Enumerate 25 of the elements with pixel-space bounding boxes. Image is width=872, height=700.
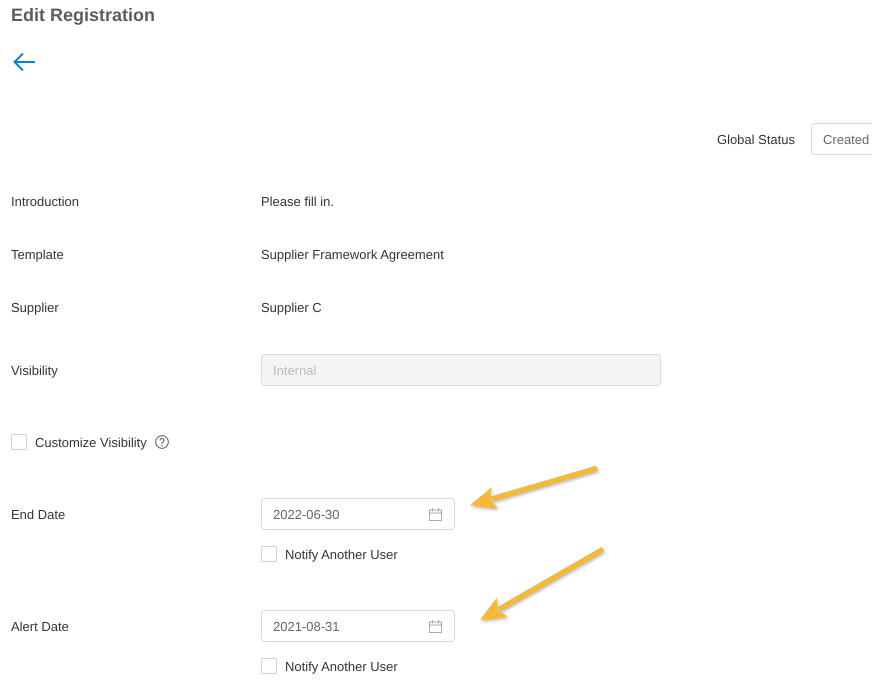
visibility-field: Internal	[261, 354, 661, 386]
field-label: Supplier	[11, 300, 60, 314]
field-label: Introduction	[11, 194, 80, 208]
calendar-icon[interactable]	[429, 620, 442, 632]
field-value: Supplier C	[261, 300, 322, 314]
date-field[interactable]: 2022-06-30	[261, 498, 455, 530]
checkbox-label[interactable]: Notify Another User	[285, 658, 398, 674]
calendar-icon[interactable]	[429, 508, 442, 520]
checkbox[interactable]	[261, 546, 277, 562]
page-title: Edit Registration	[11, 4, 156, 25]
date-field[interactable]: 2021-08-31	[261, 610, 455, 642]
status-field[interactable]: Created	[811, 123, 872, 155]
help-icon[interactable]	[154, 435, 169, 449]
checkbox-label[interactable]: Notify Another User	[285, 546, 398, 562]
field-label: Alert Date	[11, 618, 70, 634]
field-label: Global Status	[716, 132, 795, 146]
checkbox[interactable]	[11, 434, 27, 450]
field-value: Please fill in.	[261, 194, 334, 208]
back-arrow-icon[interactable]	[12, 52, 36, 72]
checkbox[interactable]	[261, 658, 277, 674]
checkbox-label[interactable]: Customize Visibility	[35, 434, 147, 450]
field-label: Template	[11, 246, 65, 262]
field-label: Visibility	[11, 362, 59, 378]
field-label: End Date	[11, 506, 66, 522]
field-value: Supplier Framework Agreement	[261, 246, 444, 262]
